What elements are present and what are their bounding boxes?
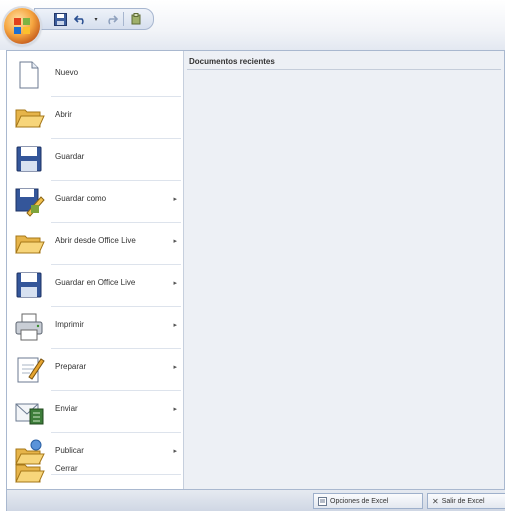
customize-icon[interactable] bbox=[127, 11, 145, 27]
menu-item-label: Guardar bbox=[55, 152, 85, 161]
recent-divider bbox=[187, 69, 501, 70]
menu-footer: Opciones de Excel ✕ Salir de Excel bbox=[6, 490, 505, 511]
menu-item-new[interactable]: Nuevo bbox=[7, 55, 183, 95]
excel-options-button[interactable]: Opciones de Excel bbox=[313, 493, 423, 509]
menu-item-label: Enviar bbox=[55, 404, 78, 413]
submenu-arrow-icon: ▸ bbox=[173, 196, 177, 203]
menu-item-label: Abrir bbox=[55, 110, 72, 119]
menu-item-save-office-live[interactable]: Guardar en Office Live ▸ bbox=[7, 265, 183, 305]
submenu-arrow-icon: ▸ bbox=[173, 238, 177, 245]
office-menu: Nuevo Abrir Guardar Guardar como ▸ Abrir… bbox=[6, 50, 505, 490]
submenu-arrow-icon: ▸ bbox=[173, 406, 177, 413]
submenu-arrow-icon: ▸ bbox=[173, 322, 177, 329]
recent-documents-title: Documentos recientes bbox=[189, 57, 275, 66]
menu-item-open[interactable]: Abrir bbox=[7, 97, 183, 137]
menu-commands: Nuevo Abrir Guardar Guardar como ▸ Abrir… bbox=[7, 51, 184, 489]
menu-item-label: Imprimir bbox=[55, 320, 84, 329]
open-folder-icon bbox=[15, 109, 45, 128]
quick-access-toolbar: ▾ bbox=[34, 8, 154, 30]
close-icon: ✕ bbox=[432, 496, 439, 506]
submenu-arrow-icon: ▸ bbox=[173, 364, 177, 371]
menu-item-label: Preparar bbox=[55, 362, 87, 371]
title-bar: ▾ bbox=[0, 0, 505, 50]
printer-icon bbox=[15, 313, 43, 341]
menu-item-save[interactable]: Guardar bbox=[7, 139, 183, 179]
menu-item-label: Guardar como bbox=[55, 194, 107, 203]
open-office-live-icon bbox=[15, 235, 45, 254]
undo-icon[interactable] bbox=[72, 11, 90, 27]
menu-item-send[interactable]: Enviar ▸ bbox=[7, 391, 183, 431]
menu-item-prepare[interactable]: Preparar ▸ bbox=[7, 349, 183, 389]
excel-options-label: Opciones de Excel bbox=[330, 497, 389, 505]
office-logo-icon bbox=[14, 18, 30, 34]
redo-icon[interactable] bbox=[102, 11, 120, 27]
menu-item-label: Nuevo bbox=[55, 68, 79, 77]
save-icon[interactable] bbox=[51, 11, 69, 27]
options-icon bbox=[318, 496, 327, 506]
new-document-icon bbox=[19, 61, 39, 89]
save-office-live-icon bbox=[16, 272, 42, 298]
send-icon bbox=[15, 403, 44, 425]
submenu-arrow-icon: ▸ bbox=[173, 280, 177, 287]
menu-item-close[interactable]: Cerrar bbox=[7, 451, 183, 491]
recent-documents-panel: Documentos recientes bbox=[184, 51, 504, 489]
save-icon bbox=[16, 146, 42, 172]
save-as-icon bbox=[15, 188, 45, 217]
menu-item-open-office-live[interactable]: Abrir desde Office Live ▸ bbox=[7, 223, 183, 263]
menu-item-save-as[interactable]: Guardar como ▸ bbox=[7, 181, 183, 221]
prepare-icon bbox=[17, 357, 45, 383]
menu-item-label: Cerrar bbox=[55, 464, 78, 473]
menu-item-print[interactable]: Imprimir ▸ bbox=[7, 307, 183, 347]
office-button[interactable] bbox=[4, 8, 40, 44]
exit-excel-button[interactable]: ✕ Salir de Excel bbox=[427, 493, 505, 509]
menu-item-label: Guardar en Office Live bbox=[55, 278, 136, 287]
exit-excel-label: Salir de Excel bbox=[441, 497, 485, 505]
close-folder-icon bbox=[15, 464, 45, 483]
chevron-down-icon[interactable]: ▾ bbox=[93, 11, 99, 27]
toolbar-divider bbox=[123, 12, 124, 26]
menu-item-label: Abrir desde Office Live bbox=[55, 236, 136, 245]
